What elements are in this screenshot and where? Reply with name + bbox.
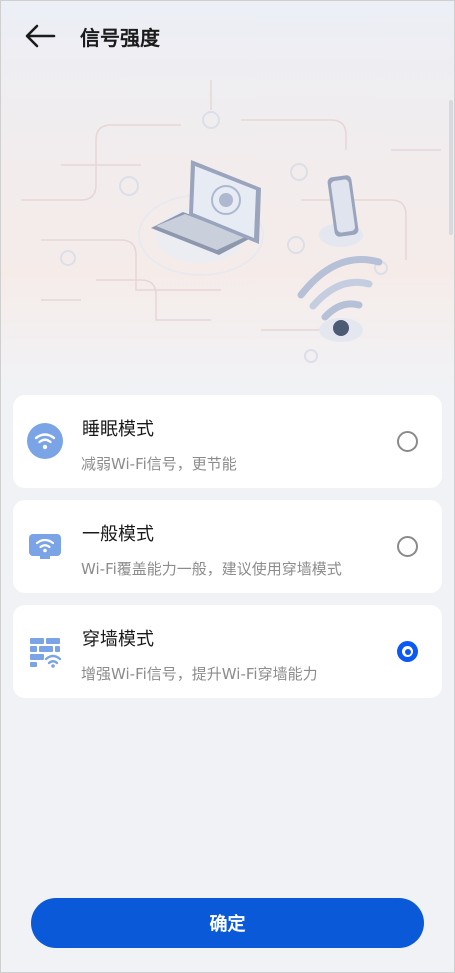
mode-description: 减弱Wi-Fi信号，更节能: [81, 455, 237, 473]
mode-radio-wall[interactable]: [397, 641, 418, 662]
mode-title: 穿墙模式: [82, 629, 154, 650]
mode-card-normal[interactable]: 一般模式 Wi-Fi覆盖能力一般，建议使用穿墙模式: [13, 500, 442, 593]
arrow-left-icon: [25, 24, 56, 48]
monitor-wifi-icon: [27, 528, 63, 564]
wifi-low-icon: [27, 423, 63, 459]
mode-card-sleep[interactable]: 睡眠模式 减弱Wi-Fi信号，更节能: [13, 395, 442, 488]
mode-title: 睡眠模式: [82, 419, 154, 440]
scrollbar[interactable]: [449, 100, 453, 235]
back-button[interactable]: [20, 18, 60, 54]
mode-card-wall[interactable]: 穿墙模式 增强Wi-Fi信号，提升Wi-Fi穿墙能力: [13, 605, 442, 698]
mode-radio-sleep[interactable]: [397, 431, 418, 452]
wall-wifi-icon: [27, 633, 63, 669]
mode-description: 增强Wi-Fi信号，提升Wi-Fi穿墙能力: [81, 665, 318, 683]
page-title: 信号强度: [80, 26, 160, 50]
mode-title: 一般模式: [82, 524, 154, 545]
mode-radio-normal[interactable]: [397, 536, 418, 557]
confirm-button[interactable]: 确定: [31, 898, 424, 948]
app-header: 信号强度: [0, 0, 455, 72]
mode-description: Wi-Fi覆盖能力一般，建议使用穿墙模式: [81, 560, 342, 578]
